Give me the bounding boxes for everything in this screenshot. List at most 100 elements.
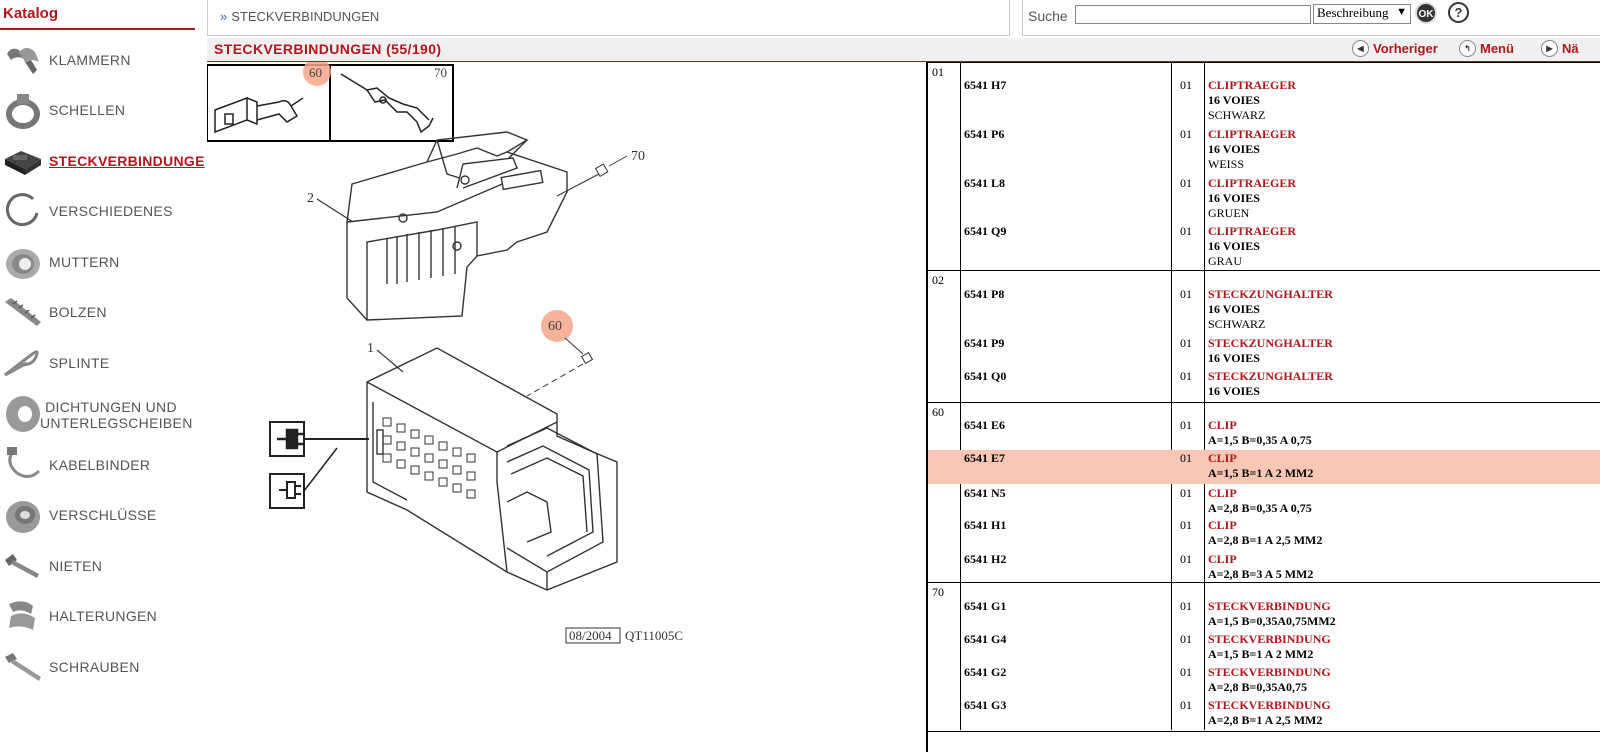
- part-name[interactable]: STECKZUNGHALTER: [1208, 287, 1333, 302]
- search-select-value: Beschreibung: [1317, 5, 1389, 20]
- part-number[interactable]: 6541 P6: [964, 127, 1004, 142]
- part-number[interactable]: 6541 G1: [964, 599, 1006, 614]
- part-name[interactable]: CLIPTRAEGER: [1208, 127, 1296, 142]
- part-name[interactable]: CLIPTRAEGER: [1208, 176, 1296, 191]
- part-name[interactable]: STECKZUNGHALTER: [1208, 336, 1333, 351]
- table-row[interactable]: 6541 H1 01 CLIP A=2,8 B=1 A 2,5 MM2: [926, 518, 1600, 550]
- table-row[interactable]: 6541 G4 01 STECKVERBINDUNG A=1,5 B=1 A 2 …: [926, 632, 1600, 664]
- part-name[interactable]: STECKVERBINDUNG: [1208, 599, 1336, 614]
- sidebar-item-schellen[interactable]: SCHELLEN: [0, 86, 204, 134]
- part-number[interactable]: 6541 E6: [964, 418, 1005, 433]
- table-row[interactable]: 6541 G3 01 STECKVERBINDUNG A=2,8 B=1 A 2,…: [926, 698, 1600, 730]
- inset-box: 60 70: [207, 62, 454, 142]
- search-input[interactable]: [1075, 5, 1311, 24]
- part-name[interactable]: CLIPTRAEGER: [1208, 224, 1296, 239]
- sidebar-item-label: BOLZEN: [49, 304, 107, 320]
- next-label: Nä: [1562, 41, 1579, 56]
- sidebar-item-muttern[interactable]: MUTTERN: [0, 238, 204, 286]
- sidebar-item-bolzen[interactable]: BOLZEN: [0, 288, 204, 336]
- breadcrumb-box: » STECKVERBINDUNGEN: [207, 0, 1010, 36]
- part-name[interactable]: STECKVERBINDUNG: [1208, 632, 1331, 647]
- arrow-right-icon: ▶: [1541, 40, 1558, 57]
- part-spec: A=1,5 B=0,35 A 0,75: [1208, 433, 1312, 447]
- part-quantity: 01: [1180, 518, 1192, 532]
- part-60-callout[interactable]: 60: [526, 310, 594, 397]
- table-row[interactable]: 6541 L8 01 CLIPTRAEGER 16 VOIES GRUEN: [926, 176, 1600, 224]
- help-button[interactable]: ?: [1448, 2, 1469, 23]
- diagram-stamp: 08/2004 QT11005C: [565, 627, 683, 644]
- part-number[interactable]: 6541 N5: [964, 486, 1006, 501]
- sidebar-item-dichtungen[interactable]: DICHTUNGEN UND UNTERLEGSCHEIBEN: [0, 390, 204, 438]
- table-row[interactable]: 6541 G1 01 STECKVERBINDUNG A=1,5 B=0,35A0…: [926, 599, 1600, 631]
- inset-label-70: 70: [434, 65, 447, 80]
- sidebar-item-verschluesse[interactable]: VERSCHLÜSSE: [0, 491, 204, 539]
- sidebar-item-splinte[interactable]: SPLINTE: [0, 339, 204, 387]
- part-spec: 16 VOIES: [1208, 384, 1260, 398]
- part-number[interactable]: 6541 P8: [964, 287, 1004, 302]
- part-variant: SCHWARZ: [1208, 108, 1266, 122]
- table-row[interactable]: 6541 P9 01 STECKZUNGHALTER 16 VOIES: [926, 336, 1600, 368]
- breadcrumb-current[interactable]: STECKVERBINDUNGEN: [231, 9, 379, 24]
- table-row[interactable]: 6541 Q0 01 STECKZUNGHALTER 16 VOIES: [926, 369, 1600, 401]
- previous-button[interactable]: ◀ Vorheriger: [1352, 40, 1438, 57]
- search-ok-button[interactable]: OK: [1415, 2, 1437, 24]
- search-field-select[interactable]: Beschreibung ▼: [1313, 4, 1411, 24]
- menu-button[interactable]: ↰ Menü: [1459, 40, 1514, 57]
- part-name[interactable]: STECKVERBINDUNG: [1208, 698, 1331, 713]
- part-variant: WEISS: [1208, 157, 1244, 171]
- part-number[interactable]: 6541 H1: [964, 518, 1006, 533]
- table-row[interactable]: 6541 E6 01 CLIP A=1,5 B=0,35 A 0,75: [926, 418, 1600, 450]
- part-name[interactable]: CLIP: [1208, 418, 1312, 433]
- sidebar-item-kabelbinder[interactable]: KABELBINDER: [0, 441, 204, 489]
- part-number[interactable]: 6541 Q9: [964, 224, 1006, 239]
- sidebar-item-halterungen[interactable]: HALTERUNGEN: [0, 592, 204, 640]
- part-name[interactable]: STECKZUNGHALTER: [1208, 369, 1333, 384]
- part-name[interactable]: CLIP: [1208, 451, 1313, 466]
- part-number[interactable]: 6541 Q0: [964, 369, 1006, 384]
- part-number[interactable]: 6541 H7: [964, 78, 1006, 93]
- part-spec: A=2,8 B=0,35A0,75: [1208, 680, 1308, 694]
- catalog-title[interactable]: Katalog: [3, 5, 58, 22]
- parts-table: 01 6541 H7 01 CLIPTRAEGER 16 VOIES SCHWARZ…: [926, 62, 1600, 752]
- part-variant: SCHWARZ: [1208, 317, 1266, 331]
- part-number[interactable]: 6541 G4: [964, 632, 1006, 647]
- part-number[interactable]: 6541 E7: [964, 451, 1005, 466]
- nut-icon: [6, 249, 40, 279]
- catalog-title-underline: [0, 28, 195, 30]
- part-number[interactable]: 6541 G2: [964, 665, 1006, 680]
- sidebar-item-steckverbindungen[interactable]: STECKVERBINDUNGE: [0, 137, 204, 185]
- sidebar-item-schrauben[interactable]: SCHRAUBEN: [0, 643, 204, 691]
- part-quantity: 01: [1180, 632, 1192, 646]
- part-quantity: 01: [1180, 552, 1192, 566]
- sidebar-item-nieten[interactable]: NIETEN: [0, 542, 204, 590]
- table-row[interactable]: 6541 G2 01 STECKVERBINDUNG A=2,8 B=0,35A0…: [926, 665, 1600, 697]
- part-description: CLIPTRAEGER 16 VOIES SCHWARZ: [1208, 78, 1296, 123]
- table-row[interactable]: 6541 H2 01 CLIP A=2,8 B=3 A 5 MM2: [926, 552, 1600, 584]
- part-spec: A=2,8 B=3 A 5 MM2: [1208, 567, 1314, 581]
- table-row[interactable]: 6541 N5 01 CLIP A=2,8 B=0,35 A 0,75: [926, 486, 1600, 518]
- part-number[interactable]: 6541 P9: [964, 336, 1004, 351]
- part-name[interactable]: CLIP: [1208, 486, 1312, 501]
- part-number[interactable]: 6541 G3: [964, 698, 1006, 713]
- part-number[interactable]: 6541 L8: [964, 176, 1005, 191]
- part-spec: 16 VOIES: [1208, 351, 1260, 365]
- connector-icon: [5, 151, 41, 175]
- next-button[interactable]: ▶ Nä: [1541, 40, 1579, 57]
- table-row[interactable]: 6541 H7 01 CLIPTRAEGER 16 VOIES SCHWARZ: [926, 78, 1600, 126]
- part-description: CLIPTRAEGER 16 VOIES GRUEN: [1208, 176, 1296, 221]
- part-number[interactable]: 6541 H2: [964, 552, 1006, 567]
- table-row-highlighted[interactable]: 6541 E7 01 CLIP A=1,5 B=1 A 2 MM2: [928, 450, 1600, 484]
- table-row[interactable]: 6541 P8 01 STECKZUNGHALTER 16 VOIES SCHWAR…: [926, 287, 1600, 335]
- table-row[interactable]: 6541 Q9 01 CLIPTRAEGER 16 VOIES GRAU: [926, 224, 1600, 272]
- part-name[interactable]: CLIP: [1208, 518, 1322, 533]
- search-label: Suche: [1028, 8, 1068, 24]
- part-description: CLIP A=2,8 B=0,35 A 0,75: [1208, 486, 1312, 516]
- part-name[interactable]: STECKVERBINDUNG: [1208, 665, 1331, 680]
- table-row[interactable]: 6541 P6 01 CLIPTRAEGER 16 VOIES WEISS: [926, 127, 1600, 175]
- part-description: CLIP A=1,5 B=0,35 A 0,75: [1208, 418, 1312, 448]
- sidebar-item-klammern[interactable]: KLAMMERN: [0, 36, 204, 84]
- part-name[interactable]: CLIP: [1208, 552, 1313, 567]
- sidebar-item-verschiedenes[interactable]: VERSCHIEDENES: [0, 187, 204, 235]
- cable-tie-icon: [7, 447, 41, 478]
- part-name[interactable]: CLIPTRAEGER: [1208, 78, 1296, 93]
